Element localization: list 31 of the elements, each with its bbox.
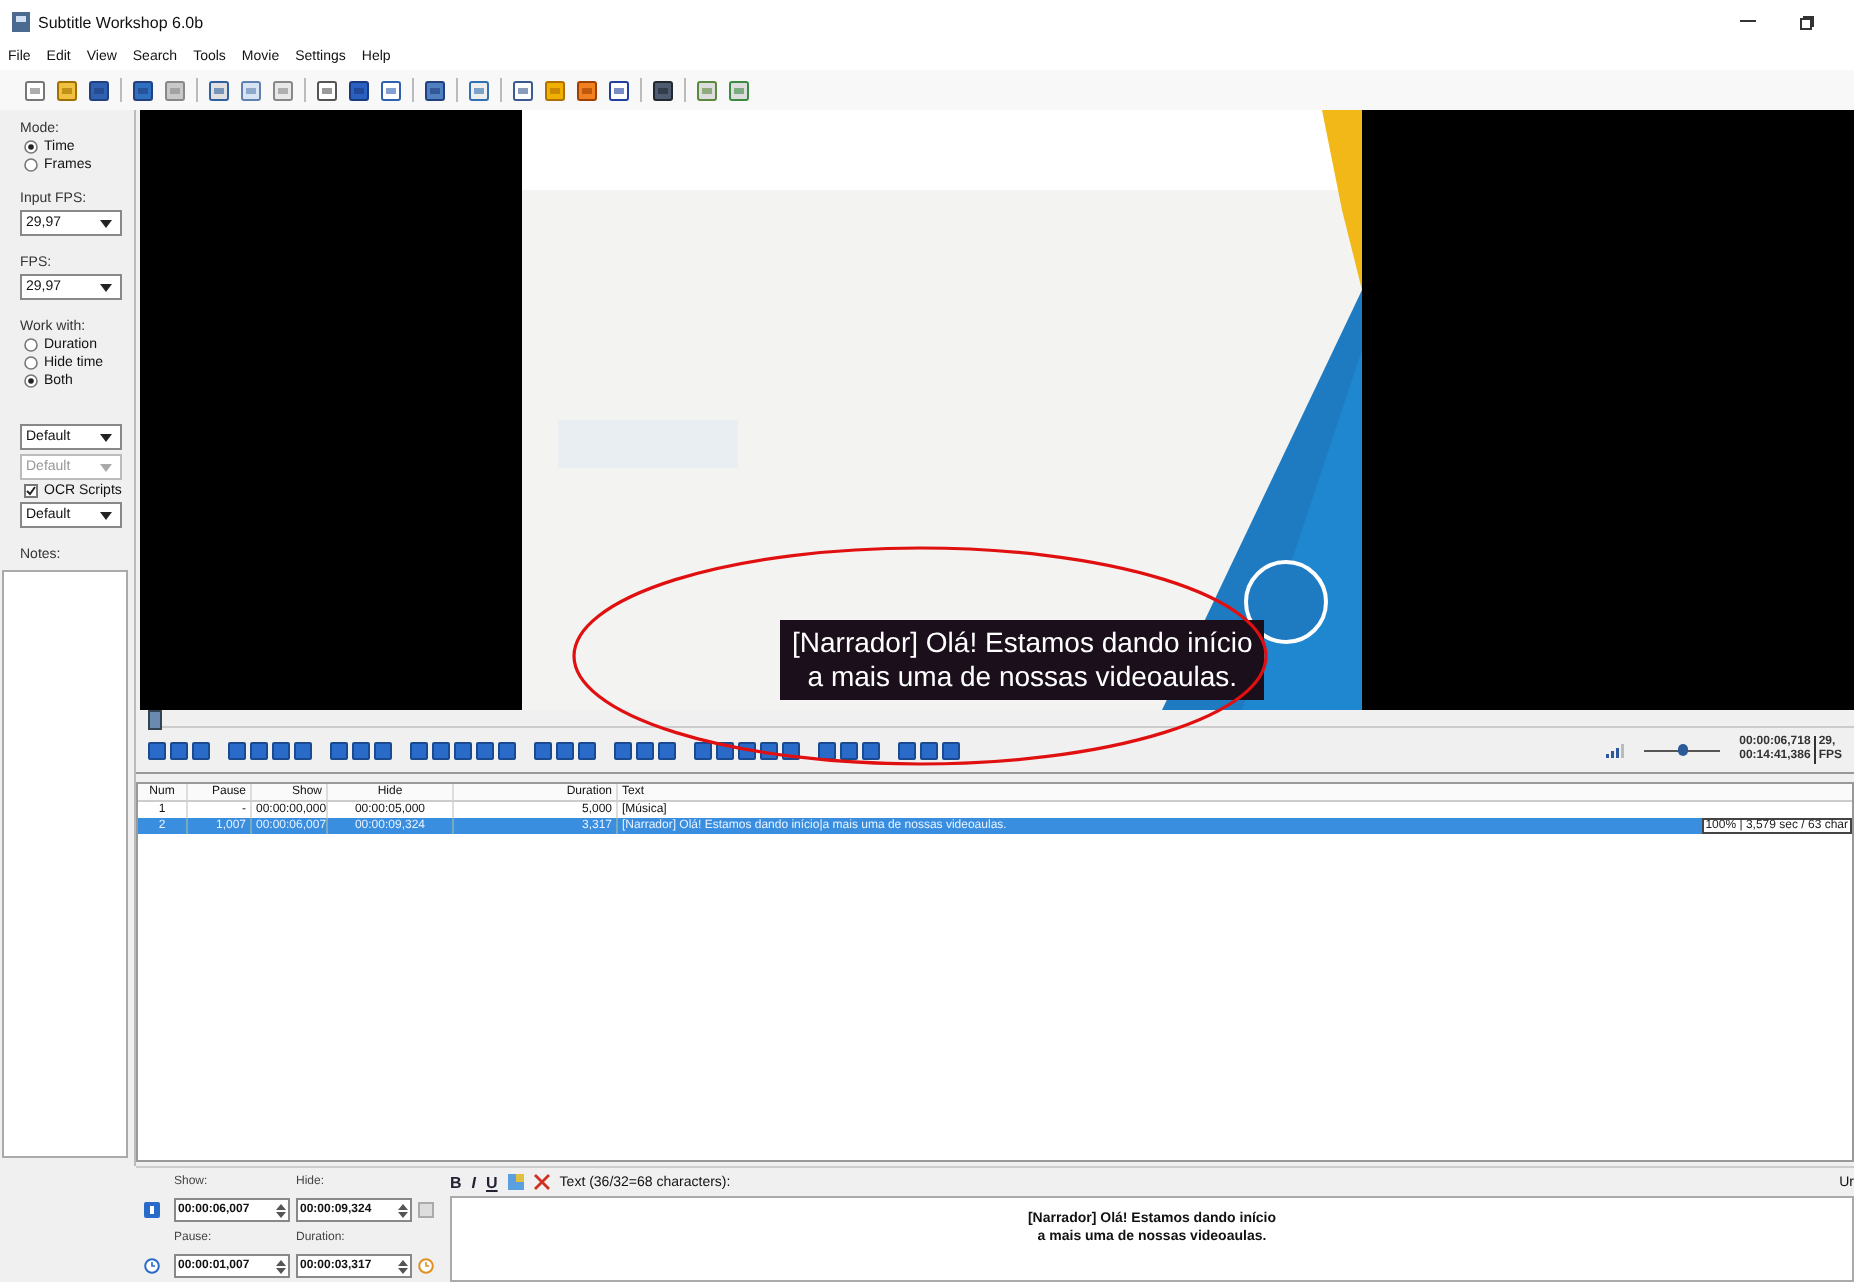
radio-button[interactable] [24,158,38,172]
set-time-icon[interactable] [144,1202,160,1218]
color-picker-icon[interactable] [507,1174,524,1190]
subtitle-overlay: [Narrador] Olá! Estamos dando início a mais uma de nossas videoaulas. [780,620,1265,700]
window-title: Subtitle Workshop 6.0b [38,13,204,31]
seek-track[interactable] [148,714,1854,728]
notes-field[interactable] [2,570,128,1158]
format-button[interactable]: I [471,1173,477,1191]
caret-icon[interactable] [100,511,112,519]
app-icon [12,12,30,32]
restore-icon[interactable] [1800,15,1814,29]
spinner-arrows-icon[interactable] [276,1201,286,1219]
volume-level-icon [1605,743,1624,757]
radio-button[interactable] [24,140,38,154]
radio-button[interactable] [24,338,38,352]
radio-button[interactable] [24,356,38,370]
format-button[interactable]: B [450,1173,462,1191]
spinner-arrows-icon[interactable] [276,1257,286,1275]
spinner-arrows-icon[interactable] [398,1201,408,1219]
close-icon[interactable] [533,1174,550,1190]
timer-icon[interactable] [418,1258,434,1274]
seek-thumb[interactable] [148,710,162,730]
minimize-icon[interactable] [1740,20,1756,24]
caret-icon[interactable] [100,433,112,441]
caret-icon[interactable] [100,219,112,227]
volume-thumb[interactable] [1677,743,1688,755]
spinner-arrows-icon[interactable] [398,1257,408,1275]
caret-icon[interactable] [100,283,112,291]
radio-button[interactable] [24,374,38,388]
format-button[interactable]: U [486,1173,498,1191]
checkbox[interactable] [24,484,38,498]
